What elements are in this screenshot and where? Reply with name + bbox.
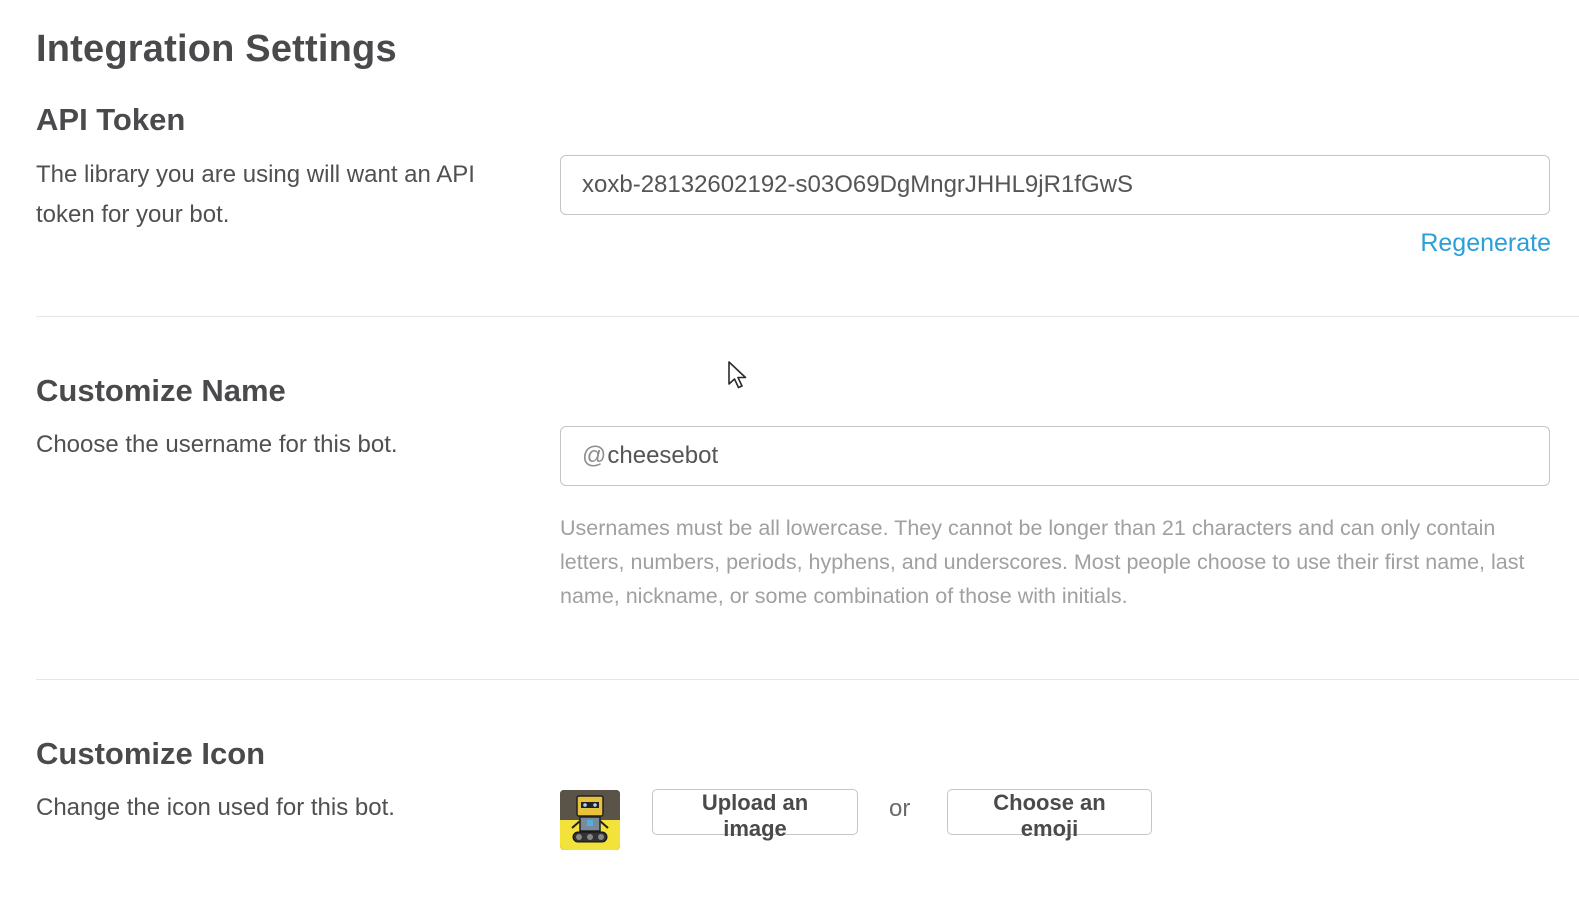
api-token-title: API Token: [36, 102, 186, 137]
api-token-value: xoxb-28132602192-s03O69DgMngrJHHL9jR1fGw…: [582, 171, 1133, 198]
upload-image-button[interactable]: Upload an image: [652, 789, 858, 841]
choose-emoji-button[interactable]: Choose an emoji: [947, 789, 1152, 841]
mouse-cursor-icon: [727, 360, 749, 390]
regenerate-link[interactable]: Regenerate: [1420, 229, 1551, 258]
customize-icon-description: Change the icon used for this bot.: [36, 794, 395, 821]
customize-name-description: Choose the username for this bot.: [36, 431, 398, 458]
api-token-field[interactable]: xoxb-28132602192-s03O69DgMngrJHHL9jR1fGw…: [560, 155, 1550, 215]
username-help-text: Usernames must be all lowercase. They ca…: [560, 516, 1525, 608]
api-token-description: The library you are using will want an A…: [36, 161, 475, 228]
username-prefix: @: [582, 442, 607, 469]
customize-name-title: Customize Name: [36, 373, 286, 408]
customize-icon-title: Customize Icon: [36, 736, 266, 771]
page-title: Integration Settings: [36, 28, 397, 70]
or-separator: or: [889, 795, 911, 822]
username-field[interactable]: @ cheesebot: [560, 426, 1550, 486]
robot-avatar-icon: [560, 790, 620, 850]
username-value: cheesebot: [607, 442, 719, 469]
section-divider: [36, 679, 1579, 680]
section-divider: [36, 316, 1579, 317]
